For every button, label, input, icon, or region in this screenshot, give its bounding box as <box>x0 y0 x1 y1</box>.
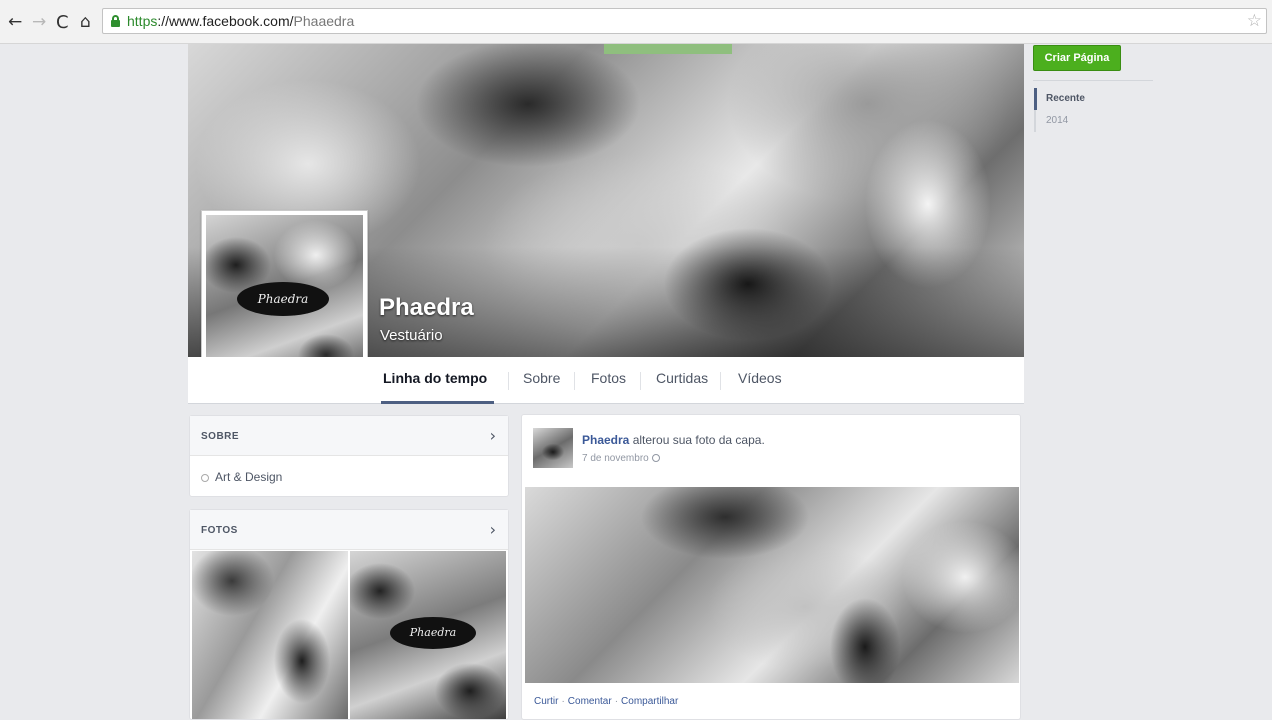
post-author-link[interactable]: Phaedra <box>582 433 629 447</box>
post-cover-image[interactable] <box>525 487 1019 683</box>
sidebar-divider <box>1033 80 1153 81</box>
about-category-label: Art & Design <box>215 470 283 484</box>
photos-card: FOTOS › Phaedra <box>189 509 509 720</box>
photo-thumbnail[interactable] <box>192 551 348 719</box>
post-action-text: alterou sua foto da capa. <box>629 433 765 447</box>
timeline-year-nav: Recente 2014 <box>1034 88 1154 132</box>
comment-link[interactable]: Comentar <box>568 696 612 707</box>
post-header: Phaedra alterou sua foto da capa. <box>582 433 765 447</box>
about-card-header[interactable]: SOBRE › <box>190 416 508 456</box>
create-page-button[interactable]: Criar Página <box>1033 45 1121 71</box>
brand-logo: Phaedra <box>237 282 329 316</box>
url-path: Phaaedra <box>293 13 355 29</box>
tab-divider <box>720 372 721 390</box>
post-actions: Curtir · Comentar · Compartilhar <box>534 696 678 707</box>
photos-card-header[interactable]: FOTOS › <box>190 510 508 550</box>
tab-photos[interactable]: Fotos <box>591 370 626 386</box>
year-item-2014[interactable]: 2014 <box>1034 110 1154 132</box>
lock-icon <box>111 15 120 27</box>
brand-logo: Phaedra <box>390 617 476 649</box>
tab-divider <box>574 372 575 390</box>
home-icon[interactable]: ⌂ <box>80 14 91 31</box>
post-date-text: 7 de novembro <box>582 453 649 464</box>
post-date[interactable]: 7 de novembro <box>582 453 660 464</box>
back-arrow-icon[interactable]: ← <box>8 14 22 31</box>
chevron-right-icon[interactable]: › <box>490 520 496 539</box>
page-tabs: Linha do tempo Sobre Fotos Curtidas Víde… <box>188 357 1024 404</box>
page-title[interactable]: Phaedra <box>379 294 474 322</box>
tab-divider <box>508 372 509 390</box>
tab-likes[interactable]: Curtidas <box>656 370 708 386</box>
chevron-right-icon[interactable]: › <box>490 426 496 445</box>
url-text[interactable]: https://www.facebook.com/Phaaedra <box>127 13 354 29</box>
action-separator: · <box>561 696 565 707</box>
browser-toolbar: ← → C ⌂ https://www.facebook.com/Phaaedr… <box>0 0 1272 44</box>
globe-icon <box>651 454 660 463</box>
forward-arrow-icon[interactable]: → <box>32 14 46 31</box>
year-item-recent[interactable]: Recente <box>1034 88 1154 110</box>
photo-thumbnail[interactable]: Phaedra <box>350 551 506 719</box>
url-scheme: https <box>127 13 158 29</box>
about-card: SOBRE › Art & Design <box>189 415 509 497</box>
tab-timeline[interactable]: Linha do tempo <box>383 370 487 386</box>
category-icon <box>201 473 209 482</box>
like-link[interactable]: Curtir <box>534 696 558 707</box>
cover-green-strip <box>604 44 732 54</box>
photos-card-title: FOTOS <box>201 525 238 536</box>
url-host: ://www.facebook.com/ <box>157 13 294 29</box>
share-link[interactable]: Compartilhar <box>621 696 678 707</box>
reload-icon[interactable]: C <box>56 14 69 32</box>
timeline-post: Phaedra alterou sua foto da capa. 7 de n… <box>521 414 1021 720</box>
page-category[interactable]: Vestuário <box>380 327 443 344</box>
bookmark-star-icon[interactable]: ☆ <box>1247 11 1262 31</box>
tab-about[interactable]: Sobre <box>523 370 560 386</box>
about-category-item[interactable]: Art & Design <box>201 470 282 484</box>
tab-videos[interactable]: Vídeos <box>738 370 782 386</box>
active-tab-indicator <box>381 401 494 404</box>
tab-divider <box>640 372 641 390</box>
about-card-title: SOBRE <box>201 431 240 442</box>
action-separator: · <box>614 696 619 707</box>
address-bar[interactable]: https://www.facebook.com/Phaaedra ☆ <box>102 8 1267 34</box>
post-avatar[interactable] <box>533 428 573 468</box>
